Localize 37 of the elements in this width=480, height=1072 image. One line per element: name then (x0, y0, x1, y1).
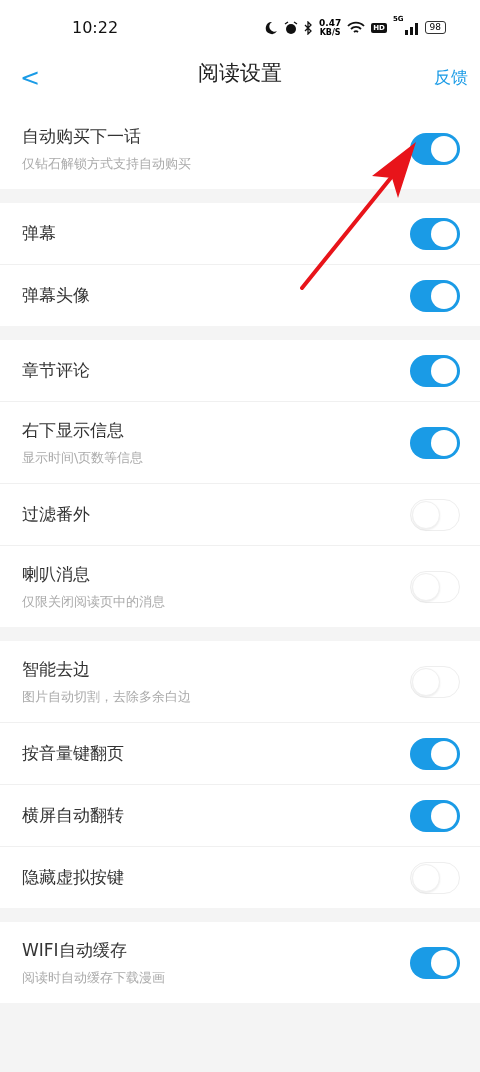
setting-description: 阅读时自动缓存下载漫画 (22, 968, 165, 987)
toggle-switch[interactable] (410, 426, 460, 459)
setting-title: 弹幕头像 (22, 284, 90, 307)
status-time: 10:22 (72, 18, 119, 37)
toggle-switch[interactable] (410, 217, 460, 250)
setting-title: WIFI自动缓存 (22, 938, 128, 962)
setting-title: 智能去边 (22, 657, 91, 681)
battery-indicator: 98 (424, 21, 446, 34)
setting-description: 仅钻石解锁方式支持自动购买 (22, 154, 191, 173)
setting-title: 喇叭消息 (22, 562, 91, 586)
toggle-switch[interactable] (410, 799, 460, 832)
toggle-switch[interactable] (410, 279, 460, 312)
moon-icon (264, 20, 279, 35)
setting-title: 过滤番外 (22, 503, 90, 526)
alarm-icon (284, 20, 299, 35)
setting-title: 横屏自动翻转 (22, 804, 124, 827)
setting-title: 自动购买下一话 (22, 124, 142, 148)
bluetooth-icon (304, 20, 314, 35)
setting-title: 章节评论 (22, 359, 90, 382)
toggle-switch[interactable] (410, 737, 460, 770)
back-button[interactable]: < (16, 63, 45, 92)
setting-title: 隐藏虚拟按键 (22, 866, 124, 889)
setting-title: 弹幕 (22, 222, 56, 245)
setting-title: 右下显示信息 (22, 418, 125, 442)
toggle-switch[interactable] (410, 354, 460, 387)
toggle-switch[interactable] (410, 132, 460, 165)
setting-description: 图片自动切割，去除多余白边 (22, 687, 191, 706)
setting-title: 按音量键翻页 (22, 742, 124, 765)
speed-value: 0.47 (319, 18, 342, 28)
setting-description: 显示时间\页数等信息 (22, 448, 144, 467)
page-title: 阅读设置 (198, 60, 282, 87)
signal-icon (404, 20, 419, 35)
setting-description: 仅限关闭阅读页中的消息 (22, 592, 165, 611)
wifi-icon (347, 20, 366, 35)
toggle-switch[interactable] (410, 946, 460, 979)
speed-unit: KB/S (319, 27, 341, 37)
feedback-button[interactable]: 反馈 (434, 66, 468, 89)
